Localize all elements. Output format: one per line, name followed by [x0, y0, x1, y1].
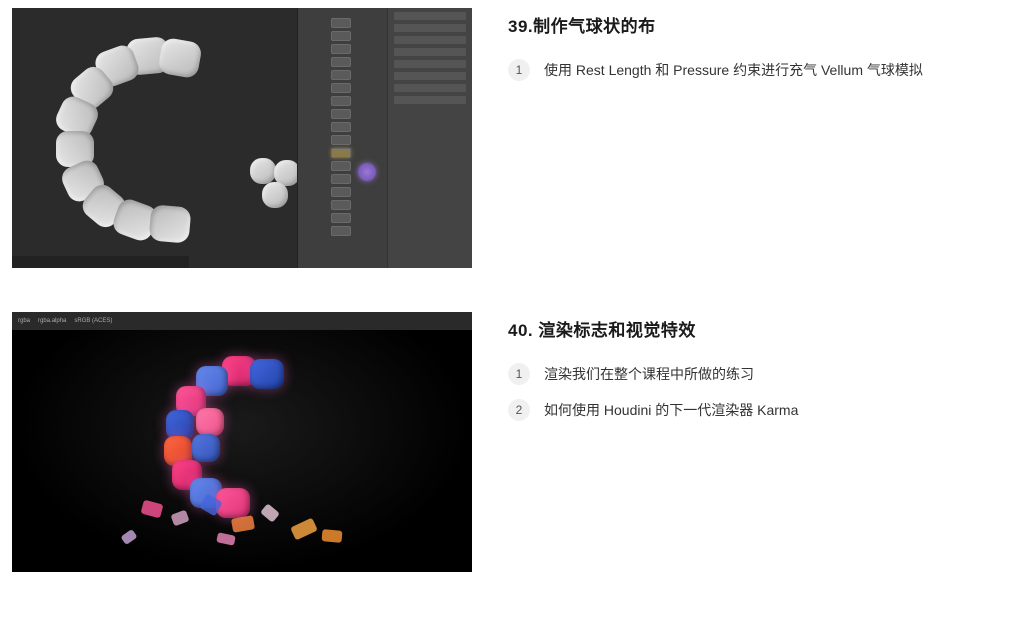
parameters-panel	[387, 8, 472, 268]
thumbnail-40: rgba rgba.alpha sRGB (ACES)	[12, 312, 472, 572]
list-item: 2 如何使用 Houdini 的下一代渲染器 Karma	[508, 399, 999, 421]
section-40: rgba rgba.alpha sRGB (ACES)	[12, 312, 999, 572]
section-40-content: 40. 渲染标志和视觉特效 1 渲染我们在整个课程中所做的练习 2 如何使用 H…	[508, 312, 999, 572]
render-view-topbar: rgba rgba.alpha sRGB (ACES)	[12, 312, 472, 330]
list-item: 1 渲染我们在整个课程中所做的练习	[508, 363, 999, 385]
list-item: 1 使用 Rest Length 和 Pressure 约束进行充气 Vellu…	[508, 59, 999, 81]
section-39: 39.制作气球状的布 1 使用 Rest Length 和 Pressure 约…	[12, 8, 999, 268]
colorspace-label: sRGB (ACES)	[74, 318, 112, 324]
viewport-statusbar	[12, 256, 189, 268]
section-40-title: 40. 渲染标志和视觉特效	[508, 316, 999, 341]
list-item-text: 如何使用 Houdini 的下一代渲染器 Karma	[544, 400, 798, 421]
render-debris	[102, 492, 382, 552]
node-highlight-icon	[358, 163, 376, 181]
viewport-3d	[12, 8, 297, 268]
channel-rgba: rgba	[18, 318, 30, 324]
list-item-text: 使用 Rest Length 和 Pressure 约束进行充气 Vellum …	[544, 60, 923, 81]
render-viewport	[12, 330, 472, 572]
list-number-badge: 1	[508, 363, 530, 385]
node-graph	[328, 18, 353, 258]
balloon-c-shape-gray	[55, 38, 255, 238]
section-39-content: 39.制作气球状的布 1 使用 Rest Length 和 Pressure 约…	[508, 8, 999, 268]
thumbnail-39	[12, 8, 472, 268]
node-panel	[297, 8, 472, 268]
list-number-badge: 1	[508, 59, 530, 81]
channel-alpha: rgba.alpha	[38, 318, 66, 324]
list-number-badge: 2	[508, 399, 530, 421]
list-item-text: 渲染我们在整个课程中所做的练习	[544, 364, 754, 385]
section-39-title: 39.制作气球状的布	[508, 12, 999, 37]
